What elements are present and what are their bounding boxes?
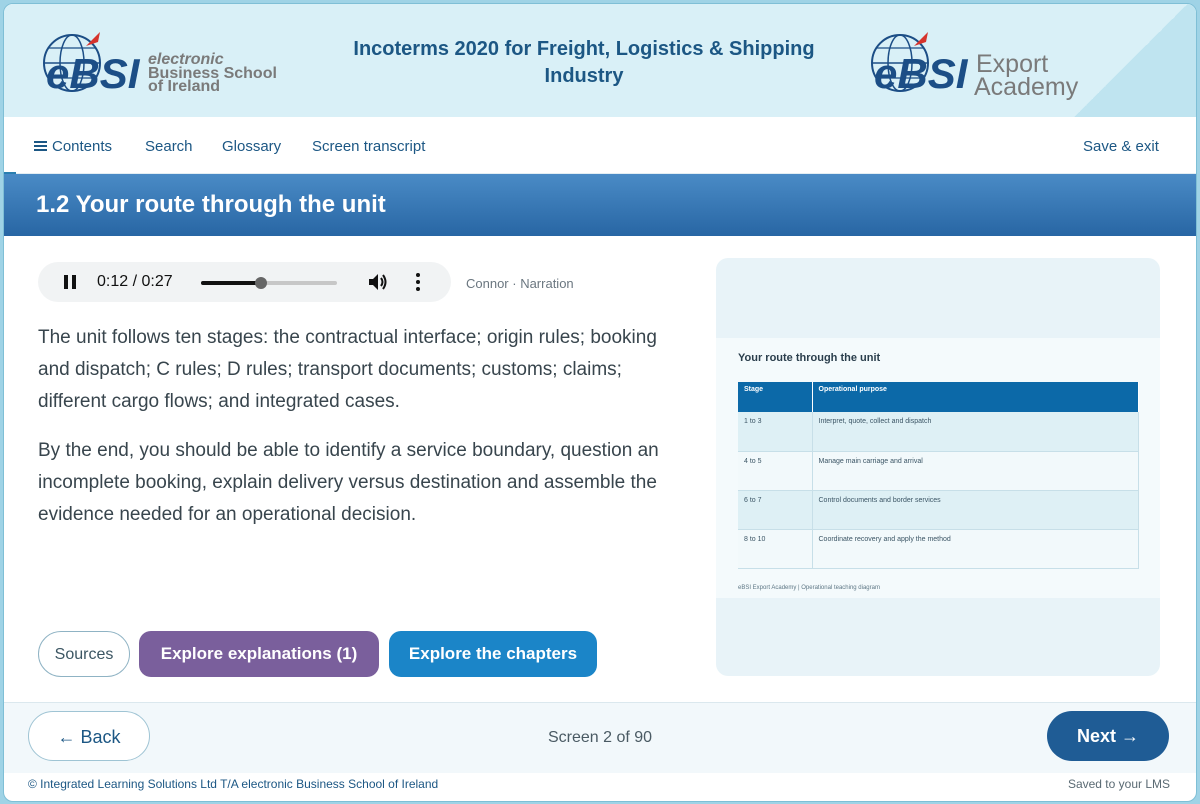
table-row: 8 to 10 Coordinate recovery and apply th… [738,529,1139,569]
table-cell: Coordinate recovery and apply the method [812,529,1139,569]
explore-explanations-button[interactable]: Explore explanations (1) [139,631,379,677]
screen-counter: Screen 2 of 90 [547,729,653,746]
logo-mark: eBSI [46,50,141,97]
stage-table: Stage Operational purpose 1 to 3 Interpr… [738,382,1139,569]
table-cell: 6 to 7 [738,490,813,530]
volume-icon[interactable] [368,273,388,291]
menu-icon [34,141,47,152]
section-title: 1.2 Your route through the unit [36,191,386,218]
logo-line: Academy [974,73,1079,100]
table-cell: 1 to 3 [738,412,813,452]
table-cell: Manage main carriage and arrival [812,451,1139,491]
sources-button[interactable]: Sources [38,631,130,677]
next-button[interactable]: Next → [1047,711,1169,761]
audio-player: 0:12 / 0:27 [38,262,451,302]
diagram-footer: eBSI Export Academy | Operational teachi… [738,585,880,591]
save-exit-button[interactable]: Save & exit [1083,138,1159,155]
table-cell: Control documents and border services [812,490,1139,530]
copyright-text: © Integrated Learning Solutions Ltd T/A … [28,777,439,791]
table-row: 1 to 3 Interpret, quote, collect and dis… [738,412,1139,452]
nav-contents-label: Contents [52,138,113,155]
nav-search[interactable]: Search [145,138,193,155]
table-row: 6 to 7 Control documents and border serv… [738,490,1139,530]
audio-progress-thumb[interactable] [254,277,267,289]
body-paragraph: By the end, you should be able to identi… [38,440,659,525]
explore-chapters-button[interactable]: Explore the chapters [389,631,597,677]
table-cell: 4 to 5 [738,451,813,491]
course-header: eBSI electronic Business School of Irela… [4,4,1196,117]
nav-screen-transcript[interactable]: Screen transcript [312,138,425,155]
table-cell: 8 to 10 [738,529,813,569]
course-nav: Contents Search Glossary Screen transcri… [4,117,1196,176]
route-diagram: Your route through the unit Stage Operat… [716,338,1160,598]
body-paragraph: The unit follows ten stages: the contrac… [38,327,657,412]
save-status: Saved to your LMS [1067,777,1170,791]
diagram-panel: Your route through the unit Stage Operat… [716,258,1160,676]
pause-icon[interactable] [64,275,76,289]
narration-label: Connor · Narration [466,276,574,291]
course-player: eBSI electronic Business School of Irela… [3,3,1197,802]
audio-progress-slider[interactable] [201,277,337,289]
course-title: Incoterms 2020 for Freight, Logistics & … [353,38,815,87]
table-header: Stage [738,382,813,412]
audio-progress-fill [201,281,261,285]
nav-glossary[interactable]: Glossary [222,138,281,155]
table-row: 4 to 5 Manage main carriage and arrival [738,451,1139,491]
footer-nav: ← Back Screen 2 of 90 Next → [4,702,1196,773]
diagram-title: Your route through the unit [738,352,881,364]
logo-mark: eBSI [874,50,969,97]
nav-contents[interactable]: Contents [34,138,112,155]
more-options-icon[interactable] [415,273,421,291]
logo-line: of Ireland [148,78,220,95]
section-title-bar: 1.2 Your route through the unit [4,174,1196,236]
ebsi-export-academy-logo: eBSI Export Academy [871,32,1079,100]
body-text: The unit follows ten stages: the contrac… [38,322,688,548]
audio-time: 0:12 / 0:27 [97,273,173,290]
table-header-row: Stage Operational purpose [738,382,1139,412]
ebsi-school-logo: eBSI electronic Business School of Irela… [43,32,277,97]
table-cell: Interpret, quote, collect and dispatch [812,412,1139,452]
table-header: Operational purpose [812,382,1139,412]
